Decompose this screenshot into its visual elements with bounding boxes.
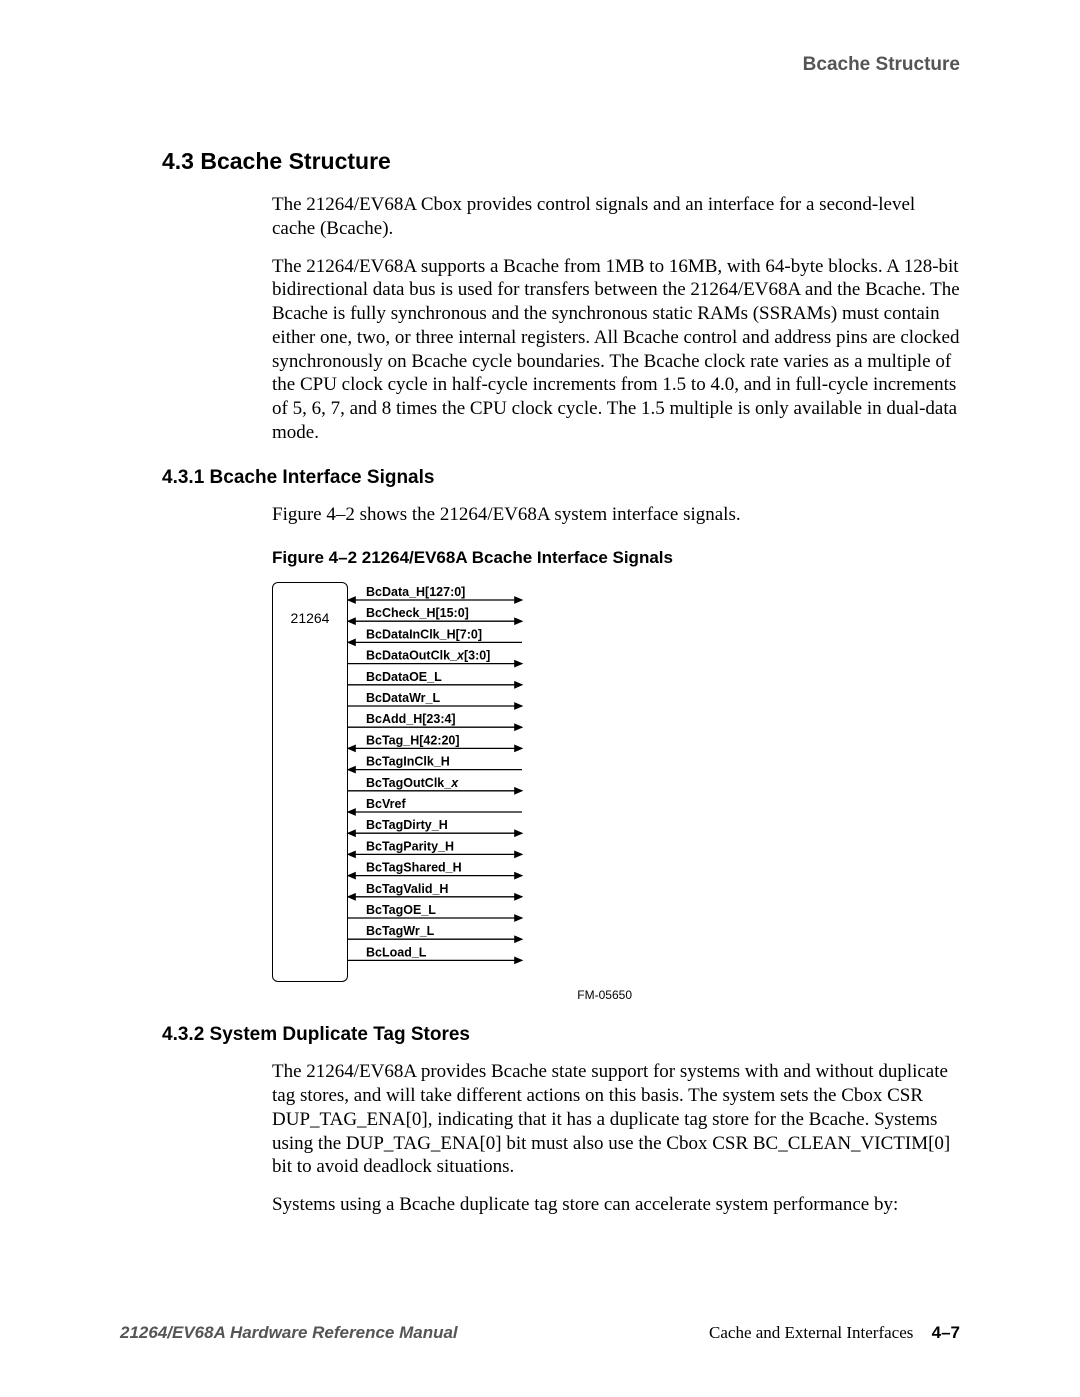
svg-text:BcLoad_L: BcLoad_L (366, 946, 427, 960)
figure-code: FM-05650 (272, 988, 632, 1002)
svg-text:BcTagInClk_H: BcTagInClk_H (366, 755, 450, 769)
para: Figure 4–2 shows the 21264/EV68A system … (272, 503, 960, 527)
section-heading-4-3: 4.3 Bcache Structure (162, 148, 960, 175)
page: Bcache Structure 4.3 Bcache Structure Th… (0, 0, 1080, 1397)
svg-text:BcTagOutClk_x: BcTagOutClk_x (366, 776, 459, 790)
section-4-3-1-body: Figure 4–2 shows the 21264/EV68A system … (272, 503, 960, 527)
figure-caption: Figure 4–2 21264/EV68A Bcache Interface … (272, 548, 960, 568)
running-head: Bcache Structure (120, 54, 960, 76)
footer-chapter: Cache and External Interfaces (709, 1323, 913, 1342)
svg-text:BcTagParity_H: BcTagParity_H (366, 840, 454, 854)
section-heading-4-3-2: 4.3.2 System Duplicate Tag Stores (162, 1024, 960, 1046)
footer-manual-title: 21264/EV68A Hardware Reference Manual (120, 1323, 458, 1343)
para: The 21264/EV68A Cbox provides control si… (272, 193, 960, 241)
svg-text:BcTag_H[42:20]: BcTag_H[42:20] (366, 734, 460, 748)
svg-text:BcAdd_H[23:4]: BcAdd_H[23:4] (366, 712, 456, 726)
svg-text:BcTagDirty_H: BcTagDirty_H (366, 818, 448, 832)
footer-right: Cache and External Interfaces 4–7 (709, 1323, 960, 1343)
figure-4-2: 21264 BcData_H[127:0] BcCheck_H[15:0] BcDa… (272, 582, 532, 982)
section-4-3-body: The 21264/EV68A Cbox provides control si… (272, 193, 960, 445)
svg-text:BcTagOE_L: BcTagOE_L (366, 903, 436, 917)
svg-text:BcTagWr_L: BcTagWr_L (366, 924, 435, 938)
svg-text:BcDataOE_L: BcDataOE_L (366, 670, 442, 684)
svg-text:BcTagShared_H: BcTagShared_H (366, 861, 462, 875)
svg-text:BcVref: BcVref (366, 797, 406, 811)
svg-text:BcDataOutClk_x[3:0]: BcDataOutClk_x[3:0] (366, 649, 490, 663)
footer-page-number: 4–7 (932, 1323, 960, 1342)
para: The 21264/EV68A provides Bcache state su… (272, 1060, 960, 1179)
svg-text:BcDataWr_L: BcDataWr_L (366, 691, 440, 705)
section-heading-4-3-1: 4.3.1 Bcache Interface Signals (162, 467, 960, 489)
svg-text:BcCheck_H[15:0]: BcCheck_H[15:0] (366, 606, 469, 620)
svg-text:BcData_H[127:0]: BcData_H[127:0] (366, 585, 465, 599)
section-4-3-2-body: The 21264/EV68A provides Bcache state su… (272, 1060, 960, 1217)
chip-label: 21264 (272, 610, 348, 626)
para: The 21264/EV68A supports a Bcache from 1… (272, 255, 960, 445)
page-footer: 21264/EV68A Hardware Reference Manual Ca… (120, 1323, 960, 1343)
svg-text:BcDataInClk_H[7:0]: BcDataInClk_H[7:0] (366, 628, 482, 642)
chip-outline (272, 582, 348, 982)
para: Systems using a Bcache duplicate tag sto… (272, 1193, 960, 1217)
svg-text:BcTagValid_H: BcTagValid_H (366, 882, 448, 896)
